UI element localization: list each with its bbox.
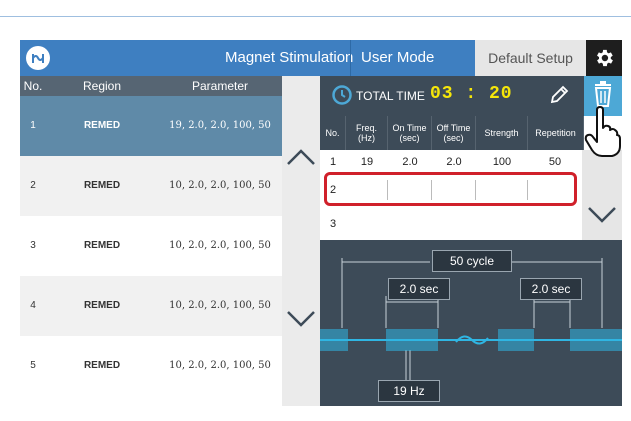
param-col-off-time: Off Time (sec) <box>432 116 476 150</box>
frequency-label: 19 Hz <box>378 380 440 402</box>
param-no: 3 <box>329 218 337 230</box>
total-time-label: TOTAL TIME <box>356 89 425 103</box>
param-col-on-time: On Time (sec) <box>388 116 432 150</box>
param-col-no: No. <box>320 116 346 150</box>
table-row[interactable]: 5 REMED 10, 2.0, 2.0, 100, 50 <box>20 336 282 396</box>
param-strength: 100 <box>492 156 512 168</box>
waveform-diagram: 50 cycle 2.0 sec 2.0 sec 19 Hz <box>320 240 622 406</box>
row-parameter: 10, 2.0, 2.0, 100, 50 <box>169 240 271 251</box>
clock-icon <box>332 85 352 105</box>
row-region: REMED <box>83 300 121 311</box>
table-row[interactable]: 3 REMED 10, 2.0, 2.0, 100, 50 <box>20 216 282 276</box>
table-row[interactable]: 4 REMED 10, 2.0, 2.0, 100, 50 <box>20 276 282 336</box>
param-col-repetition: Repetition <box>528 116 584 150</box>
col-header-region: Region <box>46 76 158 96</box>
app-title: Magnet Stimulation <box>225 49 354 66</box>
default-setup-button[interactable]: Default Setup <box>475 40 586 76</box>
scroll-down-button[interactable] <box>282 304 320 334</box>
app-logo <box>20 40 56 76</box>
param-col-strength: Strength <box>476 116 528 150</box>
param-col-freq: Freq. (Hz) <box>346 116 388 150</box>
param-no: 1 <box>329 156 337 168</box>
row-region: REMED <box>83 360 121 371</box>
cycle-label: 50 cycle <box>432 250 512 272</box>
row-region: REMED <box>83 240 121 251</box>
total-time-bar: TOTAL TIME 03 : 20 <box>320 76 622 116</box>
list-scroll-strip <box>282 76 320 406</box>
param-scroll-strip <box>582 150 622 240</box>
row-parameter: 19, 2.0, 2.0, 100, 50 <box>169 120 271 131</box>
scroll-up-button[interactable] <box>282 142 320 172</box>
param-row[interactable]: 1 19 2.0 2.0 100 50 <box>320 152 582 172</box>
row-parameter: 10, 2.0, 2.0, 100, 50 <box>169 180 271 191</box>
param-on-time: 2.0 <box>402 156 418 168</box>
edit-pencil-icon[interactable] <box>548 84 570 106</box>
top-divider <box>0 16 631 17</box>
param-repetition: 50 <box>548 156 562 168</box>
param-freq: 19 <box>360 156 374 168</box>
mode-label: User Mode <box>350 40 444 76</box>
param-off-time: 2.0 <box>446 156 462 168</box>
row-no: 1 <box>30 120 36 131</box>
off-time-label: 2.0 sec <box>520 278 582 300</box>
row-region: REMED <box>83 180 121 191</box>
gear-icon <box>597 49 613 67</box>
col-header-no: No. <box>20 76 46 96</box>
selected-row-highlight <box>324 172 577 206</box>
on-time-label: 2.0 sec <box>388 278 450 300</box>
row-parameter: 10, 2.0, 2.0, 100, 50 <box>169 300 271 311</box>
row-no: 5 <box>30 360 36 371</box>
pointer-hand-icon <box>584 106 621 157</box>
settings-button[interactable] <box>586 40 622 76</box>
row-no: 4 <box>30 300 36 311</box>
row-parameter: 10, 2.0, 2.0, 100, 50 <box>169 360 271 371</box>
program-panel: TOTAL TIME 03 : 20 No. Freq. (Hz) On Tim… <box>320 76 622 406</box>
logo-icon <box>26 46 50 70</box>
col-header-parameter: Parameter <box>158 76 282 96</box>
app-header: Magnet Stimulation User Mode Default Set… <box>20 40 622 76</box>
row-no: 3 <box>30 240 36 251</box>
table-row[interactable]: 1 REMED 19, 2.0, 2.0, 100, 50 <box>20 96 282 156</box>
param-scroll-down-button[interactable] <box>584 200 620 228</box>
table-row[interactable]: 2 REMED 10, 2.0, 2.0, 100, 50 <box>20 156 282 216</box>
param-row[interactable]: 3 <box>320 214 582 234</box>
row-region: REMED <box>83 120 121 131</box>
total-time-value: 03 : 20 <box>430 84 513 104</box>
row-no: 2 <box>30 180 36 191</box>
